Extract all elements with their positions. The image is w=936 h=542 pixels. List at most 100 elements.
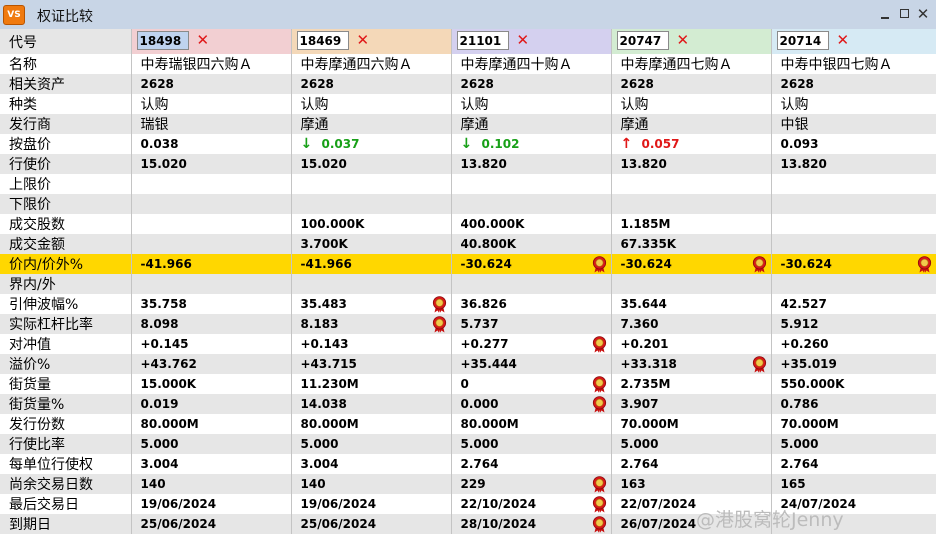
table-cell: 14.038: [290, 394, 451, 414]
table-row[interactable]: 成交股数 100.000K 400.000K 1.185M: [0, 214, 936, 234]
table-cell: [610, 274, 771, 294]
table-cell: 19/06/2024: [290, 494, 451, 514]
cell-value: 80.000M: [140, 416, 199, 431]
table-row[interactable]: 相关资产 2628 2628 2628 2628 2628: [0, 74, 936, 94]
table-row[interactable]: 到期日 25/06/2024 25/06/2024 28/10/2024 26/07/2…: [0, 514, 936, 534]
table-cell: 15.000K: [130, 374, 291, 394]
table-row[interactable]: 名称 中寿瑞银四六购Ａ 中寿摩通四六购Ａ 中寿摩通四十购Ａ 中寿摩通四七购Ａ 中寿中银四七…: [0, 54, 936, 74]
cell-value: 认购: [620, 97, 649, 113]
cell-value: 24/07/2024: [780, 496, 857, 511]
cell-value: 0: [460, 376, 469, 391]
cell-value: 2.735M: [620, 376, 671, 391]
cell-value: -41.966: [140, 256, 192, 271]
table-cell: 35.644: [610, 294, 771, 314]
table-cell: [290, 194, 451, 214]
table-cell: 80.000M: [130, 414, 291, 434]
code-input[interactable]: [616, 31, 669, 50]
cell-value: 80.000M: [300, 416, 359, 431]
table-cell: 5.912: [770, 314, 936, 334]
table-cell: ↓ 0.102: [450, 134, 611, 154]
cell-value: +0.260: [780, 336, 829, 351]
code-cell: ✕: [770, 29, 936, 54]
row-label: 价内/价外%: [0, 254, 131, 274]
table-cell: 2628: [450, 74, 611, 94]
code-input[interactable]: [136, 31, 189, 50]
table-row[interactable]: 界内/外: [0, 274, 936, 294]
table-row[interactable]: 上限价: [0, 174, 936, 194]
table-cell: [770, 214, 936, 234]
award-ribbon-icon: [592, 476, 606, 493]
code-cell: ✕: [130, 29, 291, 54]
code-input[interactable]: [776, 31, 829, 50]
table-row[interactable]: 引伸波幅% 35.758 35.483 36.826 35.644 42.527: [0, 294, 936, 314]
table-row[interactable]: 尚余交易日数 140 140 229 163 165: [0, 474, 936, 494]
award-ribbon-icon: [592, 256, 606, 273]
table-cell: 认购: [450, 94, 611, 114]
table-row[interactable]: 成交金额 3.700K 40.800K 67.335K: [0, 234, 936, 254]
code-input[interactable]: [296, 31, 349, 50]
table-row[interactable]: 发行份数 80.000M 80.000M 80.000M 70.000M 70.000M: [0, 414, 936, 434]
table-row[interactable]: 街货量% 0.019 14.038 0.000 3.907 0.786: [0, 394, 936, 414]
table-row[interactable]: 对冲值 +0.145 +0.143 +0.277 +0.201 +0.260: [0, 334, 936, 354]
cell-value: -30.624: [620, 256, 672, 271]
row-label: 街货量: [0, 374, 131, 394]
cell-value: 2.764: [460, 456, 499, 471]
table-row[interactable]: 行使价 15.020 15.020 13.820 13.820 13.820: [0, 154, 936, 174]
cell-value: +0.143: [300, 336, 349, 351]
table-cell: 550.000K: [770, 374, 936, 394]
remove-x-icon[interactable]: ✕: [677, 31, 691, 50]
table-cell: +43.762: [130, 354, 291, 374]
close-icon[interactable]: ✕: [915, 6, 931, 22]
cell-value: 163: [620, 476, 646, 491]
cell-value: 400.000K: [460, 216, 525, 231]
cell-value: 8.098: [140, 316, 179, 331]
cell-value: 19/06/2024: [140, 496, 217, 511]
table-row[interactable]: 行使比率 5.000 5.000 5.000 5.000 5.000: [0, 434, 936, 454]
cell-value: 2628: [780, 76, 814, 91]
table-row[interactable]: 种类 认购 认购 认购 认购 认购: [0, 94, 936, 114]
cell-value: 3.907: [620, 396, 659, 411]
cell-value: 认购: [780, 97, 809, 113]
table-row[interactable]: 实际杠杆比率 8.098 8.183 5.737 7.360 5.912: [0, 314, 936, 334]
cell-value: 3.004: [140, 456, 179, 471]
table-cell: 5.000: [290, 434, 451, 454]
cell-value: +43.715: [300, 356, 357, 371]
cell-value: 8.183: [300, 316, 339, 331]
table-row[interactable]: 按盘价 0.038 ↓ 0.037 ↓ 0.102 ↑ 0.057 0.093: [0, 134, 936, 154]
remove-x-icon[interactable]: ✕: [517, 31, 531, 50]
code-input[interactable]: [456, 31, 509, 50]
cell-value: 中寿摩通四六购Ａ: [300, 57, 413, 73]
table-cell: [770, 194, 936, 214]
table-row[interactable]: 溢价% +43.762 +43.715 +35.444 +33.318 +35.019: [0, 354, 936, 374]
table-cell: 3.907: [610, 394, 771, 414]
cell-value: 0.786: [780, 396, 819, 411]
table-cell: +0.145: [130, 334, 291, 354]
table-row[interactable]: 每单位行使权 3.004 3.004 2.764 2.764 2.764: [0, 454, 936, 474]
table-row[interactable]: 价内/价外% -41.966 -41.966 -30.624 -30.624 -30.62…: [0, 254, 936, 274]
award-ribbon-icon: [432, 316, 446, 333]
cell-value: 摩通: [460, 117, 489, 133]
cell-value: 15.020: [140, 156, 187, 171]
table-row[interactable]: 下限价: [0, 194, 936, 214]
table-cell: 中寿摩通四十购Ａ: [450, 54, 611, 74]
row-label: 最后交易日: [0, 494, 131, 514]
maximize-icon[interactable]: [897, 6, 913, 22]
cell-value: 13.820: [620, 156, 667, 171]
cell-value: 认购: [140, 97, 169, 113]
cell-value: 35.758: [140, 296, 187, 311]
table-cell: 2.764: [610, 454, 771, 474]
table-cell: 3.004: [130, 454, 291, 474]
remove-x-icon[interactable]: ✕: [837, 31, 851, 50]
table-cell: 2.735M: [610, 374, 771, 394]
award-ribbon-icon: [917, 256, 932, 273]
table-row[interactable]: 街货量 15.000K 11.230M 0 2.735M 550.000K: [0, 374, 936, 394]
remove-x-icon[interactable]: ✕: [197, 31, 211, 50]
table-row[interactable]: 发行商 瑞银 摩通 摩通 摩通 中银: [0, 114, 936, 134]
table-cell: 3.004: [290, 454, 451, 474]
table-row[interactable]: 最后交易日 19/06/2024 19/06/2024 22/10/2024 22/07…: [0, 494, 936, 514]
table-cell: 28/10/2024: [450, 514, 611, 534]
remove-x-icon[interactable]: ✕: [357, 31, 371, 50]
table-cell: [130, 194, 291, 214]
minimize-icon[interactable]: [877, 6, 893, 22]
cell-value: 70.000M: [780, 416, 839, 431]
